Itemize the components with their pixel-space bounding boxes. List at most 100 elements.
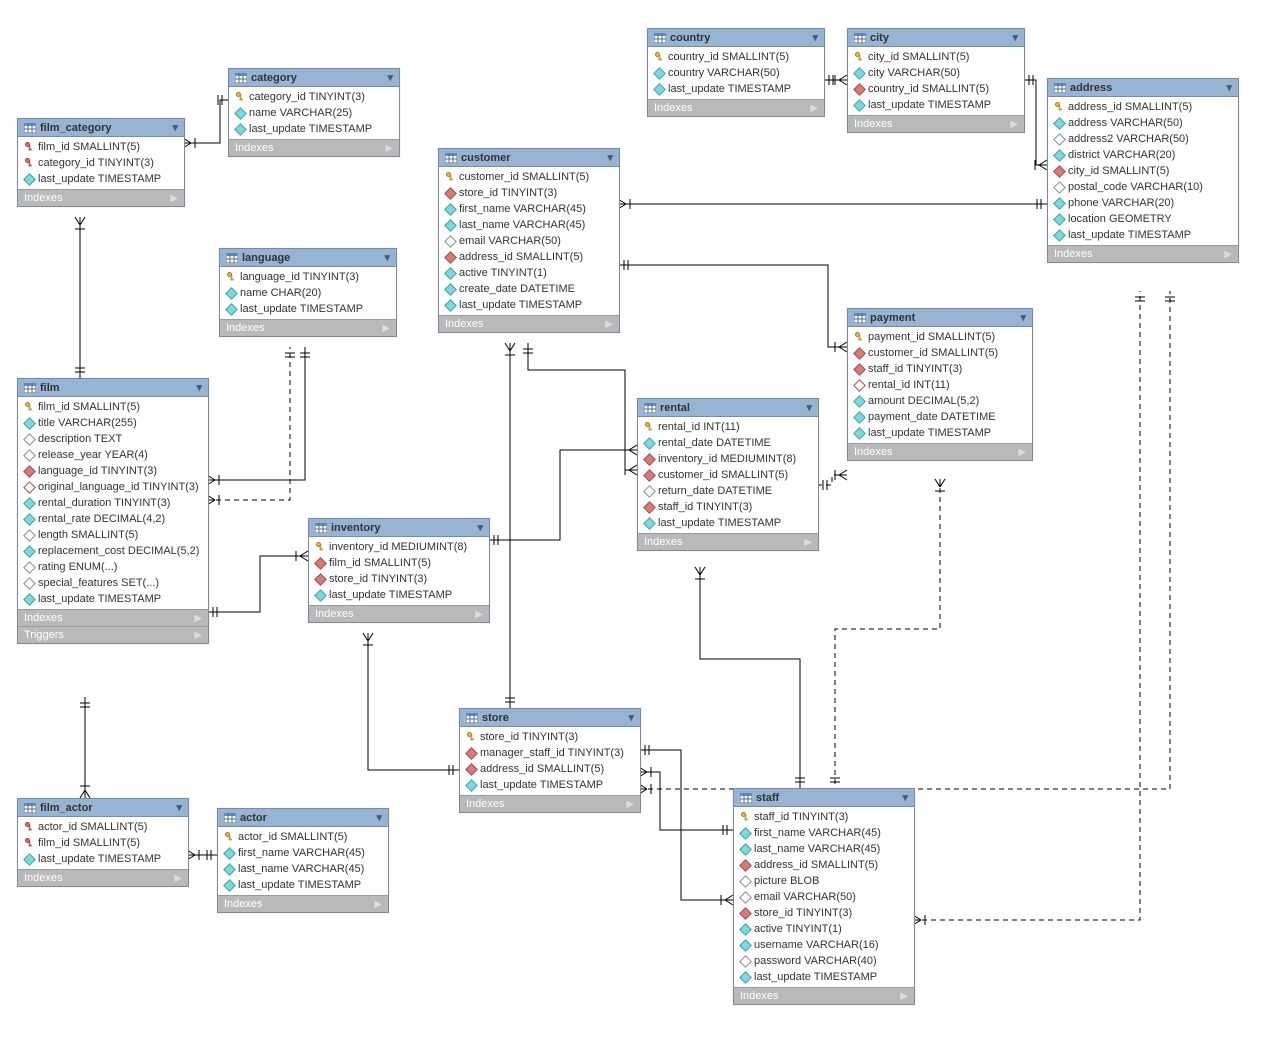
entity-titlebar[interactable]: customer▾ (439, 149, 619, 167)
column-row[interactable]: replacement_cost DECIMAL(5,2) (22, 543, 204, 559)
collapse-icon[interactable]: ▾ (384, 251, 390, 264)
column-row[interactable]: city_id SMALLINT(5) (1052, 163, 1234, 179)
column-row[interactable]: address2 VARCHAR(50) (1052, 131, 1234, 147)
expand-icon[interactable]: ▶ (382, 323, 390, 334)
column-row[interactable]: active TINYINT(1) (738, 921, 910, 937)
entity-titlebar[interactable]: film_category▾ (18, 119, 184, 137)
column-row[interactable]: country_id SMALLINT(5) (852, 81, 1020, 97)
column-row[interactable]: address_id SMALLINT(5) (443, 249, 615, 265)
expand-icon[interactable]: ▶ (804, 537, 812, 548)
column-row[interactable]: email VARCHAR(50) (443, 233, 615, 249)
column-row[interactable]: category_id TINYINT(3) (22, 155, 180, 171)
collapse-icon[interactable]: ▾ (196, 381, 202, 394)
expand-icon[interactable]: ▶ (170, 193, 178, 204)
entity-titlebar[interactable]: film_actor▾ (18, 799, 188, 817)
column-row[interactable]: last_update TIMESTAMP (22, 591, 204, 607)
entity-language[interactable]: language▾language_id TINYINT(3)name CHAR… (219, 248, 397, 337)
expand-icon[interactable]: ▶ (385, 143, 393, 154)
column-row[interactable]: staff_id TINYINT(3) (642, 499, 814, 515)
column-row[interactable]: store_id TINYINT(3) (464, 729, 636, 745)
column-row[interactable]: actor_id SMALLINT(5) (22, 819, 184, 835)
indexes-section[interactable]: Indexes▶ (18, 869, 188, 886)
column-row[interactable]: country_id SMALLINT(5) (652, 49, 820, 65)
column-row[interactable]: location GEOMETRY (1052, 211, 1234, 227)
column-row[interactable]: address_id SMALLINT(5) (464, 761, 636, 777)
expand-icon[interactable]: ▶ (810, 103, 818, 114)
collapse-icon[interactable]: ▾ (387, 71, 393, 84)
column-row[interactable]: return_date DATETIME (642, 483, 814, 499)
column-row[interactable]: release_year YEAR(4) (22, 447, 204, 463)
column-row[interactable]: address_id SMALLINT(5) (1052, 99, 1234, 115)
column-row[interactable]: last_update TIMESTAMP (443, 297, 615, 313)
column-row[interactable]: last_update TIMESTAMP (1052, 227, 1234, 243)
column-row[interactable]: last_update TIMESTAMP (652, 81, 820, 97)
entity-titlebar[interactable]: actor▾ (218, 809, 388, 827)
indexes-section[interactable]: Indexes▶ (734, 987, 914, 1004)
column-row[interactable]: district VARCHAR(20) (1052, 147, 1234, 163)
entity-staff[interactable]: staff▾staff_id TINYINT(3)first_name VARC… (733, 788, 915, 1005)
indexes-section[interactable]: Indexes▶ (18, 609, 208, 626)
indexes-section[interactable]: Indexes▶ (848, 443, 1032, 460)
collapse-icon[interactable]: ▾ (176, 801, 182, 814)
collapse-icon[interactable]: ▾ (172, 121, 178, 134)
column-row[interactable]: postal_code VARCHAR(10) (1052, 179, 1234, 195)
column-row[interactable]: rental_rate DECIMAL(4,2) (22, 511, 204, 527)
column-row[interactable]: last_update TIMESTAMP (738, 969, 910, 985)
entity-address[interactable]: address▾address_id SMALLINT(5)address VA… (1047, 78, 1239, 263)
column-row[interactable]: password VARCHAR(40) (738, 953, 910, 969)
column-row[interactable]: rental_duration TINYINT(3) (22, 495, 204, 511)
column-row[interactable]: film_id SMALLINT(5) (22, 399, 204, 415)
column-row[interactable]: last_name VARCHAR(45) (222, 861, 384, 877)
column-row[interactable]: picture BLOB (738, 873, 910, 889)
indexes-section[interactable]: Indexes▶ (229, 139, 399, 156)
column-row[interactable]: language_id TINYINT(3) (224, 269, 392, 285)
indexes-section[interactable]: Indexes▶ (220, 319, 396, 336)
collapse-icon[interactable]: ▾ (806, 401, 812, 414)
er-diagram-canvas[interactable]: film_category▾ film_id SMALLINT(5) categor… (0, 0, 1268, 1059)
entity-titlebar[interactable]: staff▾ (734, 789, 914, 807)
collapse-icon[interactable]: ▾ (1020, 311, 1026, 324)
column-row[interactable]: customer_id SMALLINT(5) (443, 169, 615, 185)
expand-icon[interactable]: ▶ (194, 630, 202, 641)
entity-titlebar[interactable]: city▾ (848, 29, 1024, 47)
column-row[interactable]: language_id TINYINT(3) (22, 463, 204, 479)
column-row[interactable]: rental_id INT(11) (852, 377, 1028, 393)
column-row[interactable]: staff_id TINYINT(3) (738, 809, 910, 825)
column-row[interactable]: last_update TIMESTAMP (852, 425, 1028, 441)
column-row[interactable]: description TEXT (22, 431, 204, 447)
column-row[interactable]: manager_staff_id TINYINT(3) (464, 745, 636, 761)
entity-payment[interactable]: payment▾payment_id SMALLINT(5)customer_i… (847, 308, 1033, 461)
entity-film_actor[interactable]: film_actor▾actor_id SMALLINT(5)film_id S… (17, 798, 189, 887)
entity-film_category[interactable]: film_category▾film_id SMALLINT(5)categor… (17, 118, 185, 207)
entity-rental[interactable]: rental▾rental_id INT(11)rental_date DATE… (637, 398, 819, 551)
expand-icon[interactable]: ▶ (605, 319, 613, 330)
column-row[interactable]: name CHAR(20) (224, 285, 392, 301)
column-row[interactable]: address_id SMALLINT(5) (738, 857, 910, 873)
expand-icon[interactable]: ▶ (174, 873, 182, 884)
indexes-section[interactable]: Indexes▶ (1048, 245, 1238, 262)
column-row[interactable]: address VARCHAR(50) (1052, 115, 1234, 131)
collapse-icon[interactable]: ▾ (1226, 81, 1232, 94)
entity-titlebar[interactable]: country▾ (648, 29, 824, 47)
column-row[interactable]: amount DECIMAL(5,2) (852, 393, 1028, 409)
entity-titlebar[interactable]: payment▾ (848, 309, 1032, 327)
collapse-icon[interactable]: ▾ (376, 811, 382, 824)
indexes-section[interactable]: Indexes▶ (439, 315, 619, 332)
column-row[interactable]: store_id TINYINT(3) (313, 571, 485, 587)
column-row[interactable]: customer_id SMALLINT(5) (852, 345, 1028, 361)
collapse-icon[interactable]: ▾ (607, 151, 613, 164)
entity-store[interactable]: store▾store_id TINYINT(3)manager_staff_i… (459, 708, 641, 813)
column-row[interactable]: last_update TIMESTAMP (642, 515, 814, 531)
column-row[interactable]: category_id TINYINT(3) (233, 89, 395, 105)
entity-titlebar[interactable]: inventory▾ (309, 519, 489, 537)
column-row[interactable]: last_update TIMESTAMP (22, 851, 184, 867)
indexes-section[interactable]: Indexes▶ (218, 895, 388, 912)
column-row[interactable]: active TINYINT(1) (443, 265, 615, 281)
indexes-section[interactable]: Indexes▶ (648, 99, 824, 116)
column-row[interactable]: last_update TIMESTAMP (22, 171, 180, 187)
expand-icon[interactable]: ▶ (1224, 249, 1232, 260)
indexes-section[interactable]: Indexes▶ (460, 795, 640, 812)
entity-actor[interactable]: actor▾actor_id SMALLINT(5)first_name VAR… (217, 808, 389, 913)
column-row[interactable]: store_id TINYINT(3) (443, 185, 615, 201)
entity-titlebar[interactable]: category▾ (229, 69, 399, 87)
